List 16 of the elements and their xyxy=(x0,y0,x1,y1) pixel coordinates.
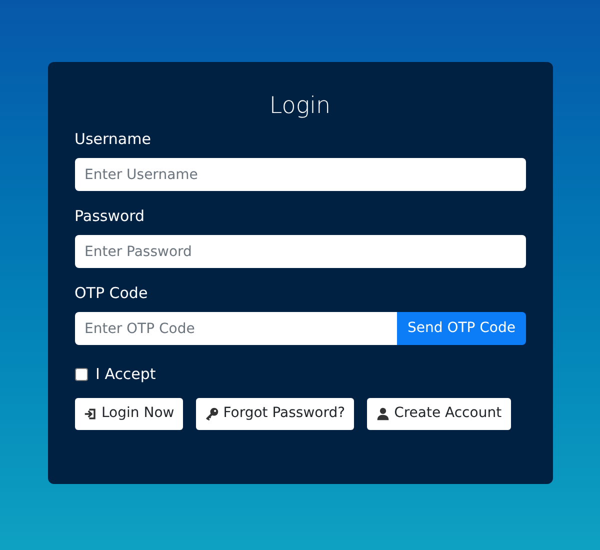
key-icon xyxy=(205,406,220,420)
field-label: OTP Code xyxy=(74,283,149,304)
send-otp-button[interactable]: Send OTP Code xyxy=(397,312,526,345)
action-button[interactable]: Create Account xyxy=(367,398,511,430)
action-button[interactable]: Forgot Password? xyxy=(196,398,354,430)
accept-label: I Accept xyxy=(96,364,156,385)
accept-checkbox[interactable] xyxy=(74,368,88,381)
input-field[interactable]: Enter Password xyxy=(74,235,526,268)
login-icon xyxy=(84,406,98,420)
field-label: Username xyxy=(74,129,152,150)
input-field[interactable]: Enter Username xyxy=(74,158,526,191)
action-button[interactable]: Login Now xyxy=(74,398,184,430)
user-icon xyxy=(376,406,390,420)
form-title: Login xyxy=(268,92,332,121)
input-field[interactable]: Enter OTP Code xyxy=(74,312,398,345)
field-label: Password xyxy=(74,206,146,227)
